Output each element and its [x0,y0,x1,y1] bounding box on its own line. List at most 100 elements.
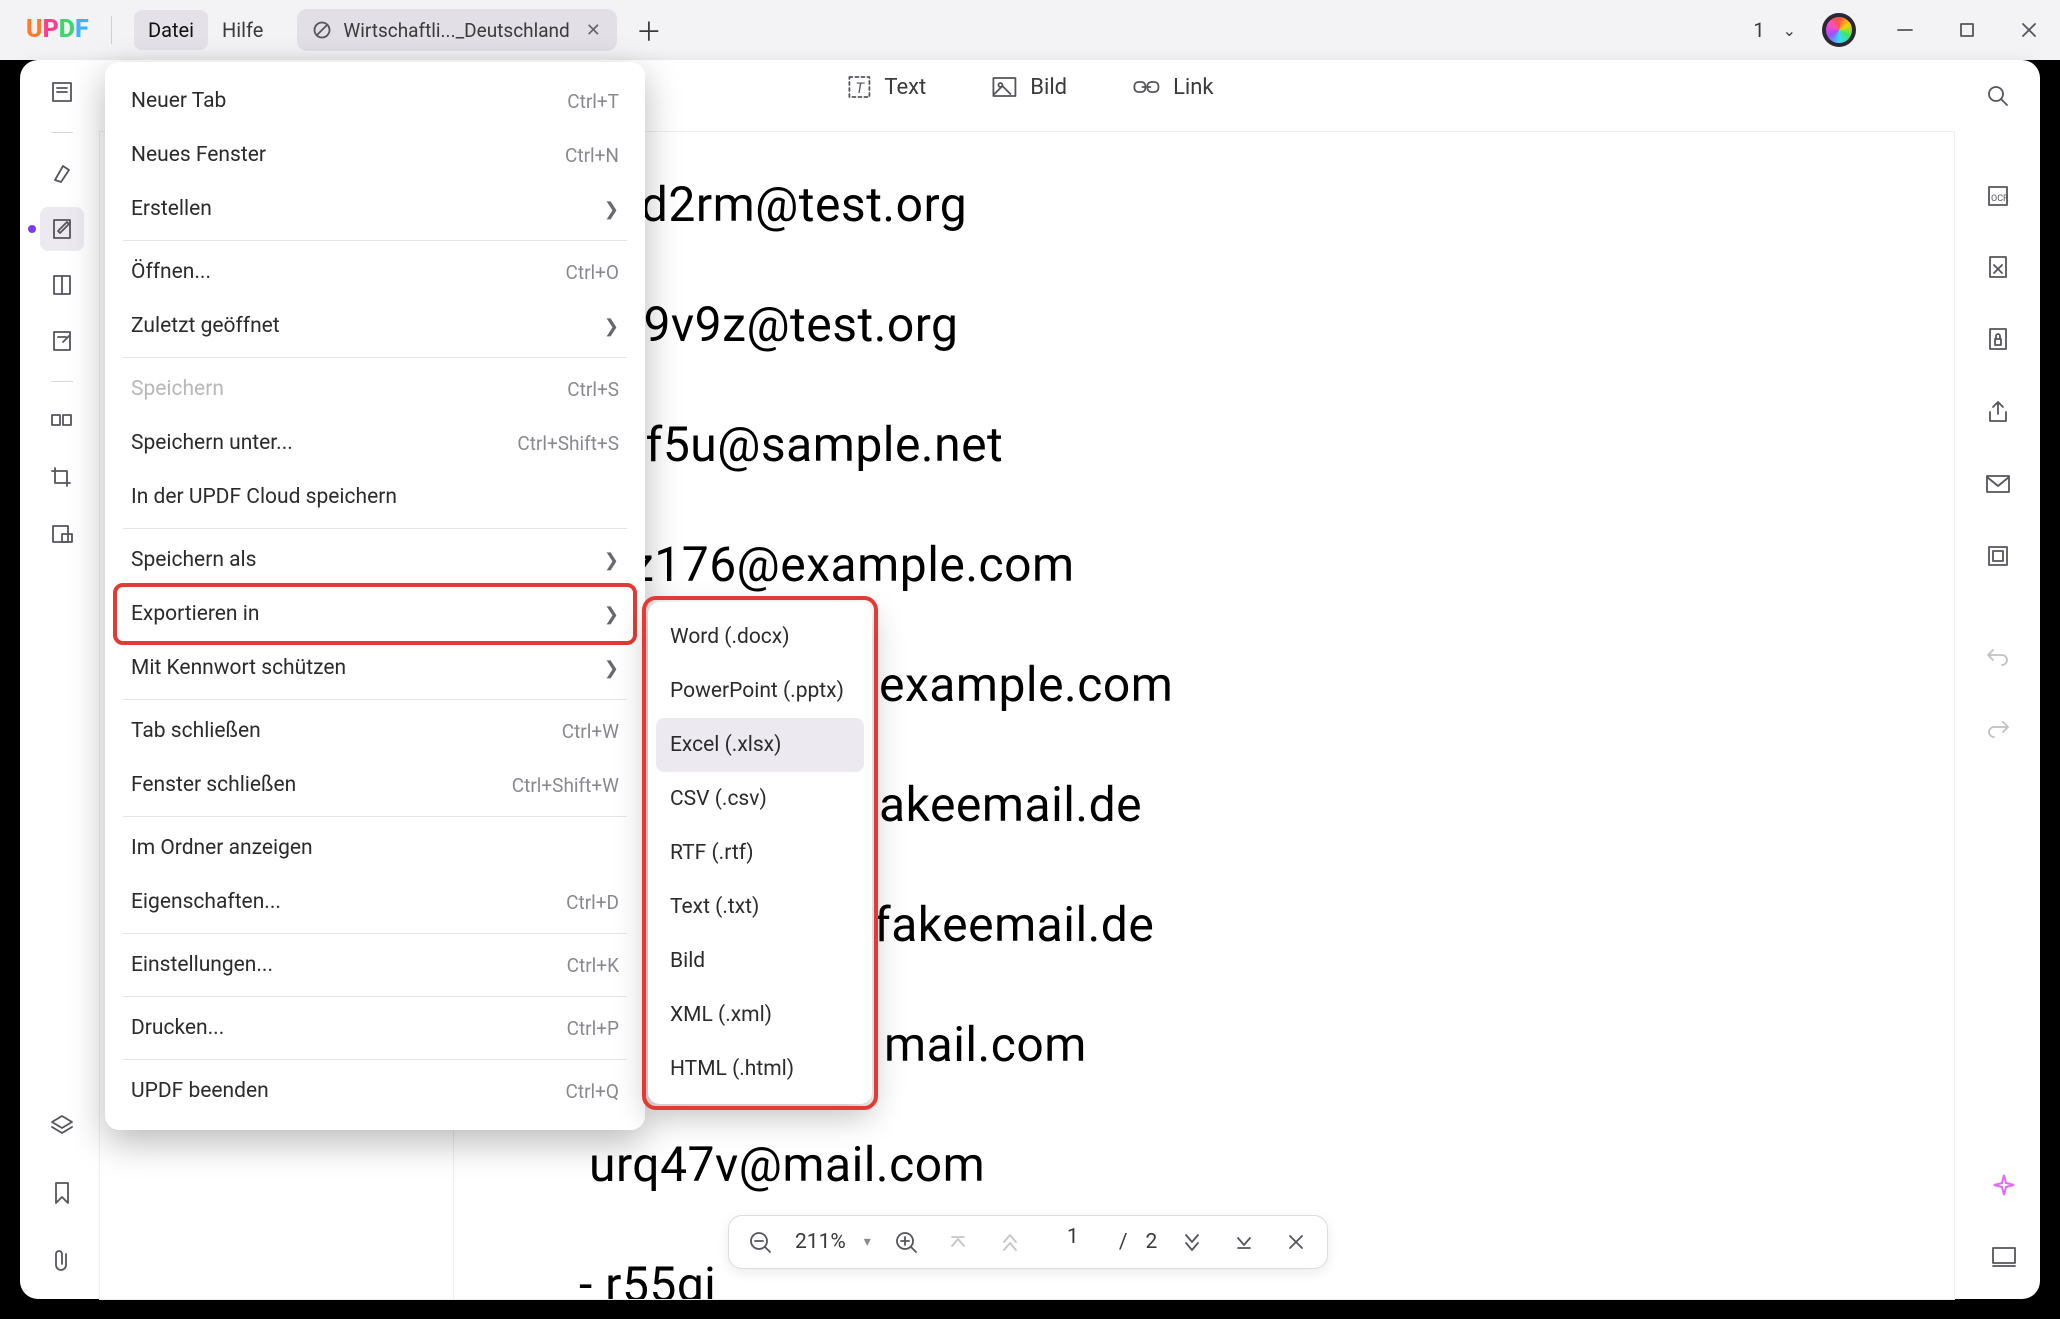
minimize-button[interactable] [1882,7,1928,53]
text-line: fakeemail.de [874,896,1154,953]
menu-save-as-type[interactable]: Speichern als❯ [117,533,633,587]
separator [123,240,627,241]
compress-icon[interactable] [1976,246,2020,290]
insert-image-button[interactable]: Bild [990,74,1067,100]
separator [123,816,627,817]
attachment-icon[interactable] [40,1239,84,1283]
bookmark-icon[interactable] [40,1171,84,1215]
menu-close-window[interactable]: Fenster schließenCtrl+Shift+W [117,758,633,812]
form-icon[interactable] [40,319,84,363]
chevron-down-icon[interactable]: ▾ [864,1234,871,1250]
maximize-button[interactable] [1944,7,1990,53]
menu-create[interactable]: Erstellen❯ [117,182,633,236]
insert-link-button[interactable]: Link [1131,74,1214,100]
help-menu[interactable]: Hilfe [208,10,277,50]
export-text[interactable]: Text (.txt) [656,880,864,934]
zoom-nav-bar: 211% ▾ 1 / 2 [728,1215,1328,1269]
separator [123,1059,627,1060]
menu-quit[interactable]: UPDF beendenCtrl+Q [117,1064,633,1118]
search-icon[interactable] [1976,74,2020,118]
text-line: )ytf5u@sample.net [589,416,1003,473]
svg-text:UPDF: UPDF [26,15,89,44]
protect-icon[interactable] [1976,318,2020,362]
highlight-icon[interactable] [40,151,84,195]
new-tab-button[interactable]: ＋ [633,14,665,46]
menu-recent[interactable]: Zuletzt geöffnet❯ [117,299,633,353]
menu-properties[interactable]: Eigenschaften...Ctrl+D [117,875,633,929]
zoom-value[interactable]: 211% [795,1230,846,1254]
export-csv[interactable]: CSV (.csv) [656,772,864,826]
last-page-button[interactable] [1227,1225,1261,1259]
export-word[interactable]: Word (.docx) [656,610,864,664]
slideshow-icon[interactable] [1982,1235,2026,1279]
right-toolbar-bottom [1982,1163,2026,1279]
no-edit-icon [313,21,331,39]
export-excel[interactable]: Excel (.xlsx) [656,718,864,772]
pages-icon[interactable] [40,263,84,307]
open-docs-count: 1 [1753,18,1764,42]
edit-icon[interactable] [40,207,84,251]
first-page-button[interactable] [941,1225,975,1259]
file-menu-popup: Neuer TabCtrl+T Neues FensterCtrl+N Erst… [105,62,645,1130]
text-line: urq47v@mail.com [589,1136,985,1193]
chevron-down-icon[interactable]: ⌄ [1783,21,1796,40]
undo-icon[interactable] [1976,634,2020,678]
organize-icon[interactable] [40,400,84,444]
label: Bild [1030,75,1067,100]
menu-open[interactable]: Öffnen...Ctrl+O [117,245,633,299]
separator [123,528,627,529]
menu-save-as[interactable]: Speichern unter...Ctrl+Shift+S [117,416,633,470]
title-bar: UPDF Datei Hilfe Wirtschaftli..._Deutsch… [0,0,2060,60]
reader-mode-icon[interactable] [40,70,84,114]
mail-icon[interactable] [1976,462,2020,506]
ai-avatar[interactable] [1822,13,1856,47]
menu-reveal[interactable]: Im Ordner anzeigen [117,821,633,875]
text-line: fvz176@example.com [589,536,1075,593]
separator [51,381,73,382]
separator [51,132,73,133]
insert-text-button[interactable]: TText [846,74,926,100]
export-image[interactable]: Bild [656,934,864,988]
document-tab[interactable]: Wirtschaftli..._Deutschland ✕ [297,9,617,51]
close-window-button[interactable] [2006,7,2052,53]
zoom-in-button[interactable] [889,1225,923,1259]
svg-text:T: T [855,79,865,97]
export-html[interactable]: HTML (.html) [656,1042,864,1096]
menu-close-tab[interactable]: Tab schließenCtrl+W [117,704,633,758]
redact-icon[interactable] [40,512,84,556]
export-powerpoint[interactable]: PowerPoint (.pptx) [656,664,864,718]
export-xml[interactable]: XML (.xml) [656,988,864,1042]
layers-icon[interactable] [40,1103,84,1147]
menu-preferences[interactable]: Einstellungen...Ctrl+K [117,938,633,992]
page-total: 2 [1146,1230,1158,1254]
label: Link [1173,75,1214,100]
export-submenu: Word (.docx) PowerPoint (.pptx) Excel (.… [648,602,872,1104]
menu-new-window[interactable]: Neues FensterCtrl+N [117,128,633,182]
export-rtf[interactable]: RTF (.rtf) [656,826,864,880]
page-current[interactable]: 1 [1045,1225,1101,1259]
separator [123,933,627,934]
text-line: mail.com [884,1016,1087,1073]
text-line: example.com [879,656,1173,713]
menu-new-tab[interactable]: Neuer TabCtrl+T [117,74,633,128]
prev-page-button[interactable] [993,1225,1027,1259]
separator [123,357,627,358]
crop-icon[interactable] [40,456,84,500]
next-page-button[interactable] [1175,1225,1209,1259]
share-icon[interactable] [1976,390,2020,434]
zoom-out-button[interactable] [743,1225,777,1259]
menu-password[interactable]: Mit Kennwort schützen❯ [117,641,633,695]
right-toolbar: OCR [1970,74,2026,750]
close-zoombar-button[interactable] [1279,1225,1313,1259]
redo-icon[interactable] [1976,706,2020,750]
menu-print[interactable]: Drucken...Ctrl+P [117,1001,633,1055]
ocr-icon[interactable]: OCR [1976,174,2020,218]
close-tab-icon[interactable]: ✕ [582,18,605,43]
ai-sparkle-icon[interactable] [1982,1163,2026,1207]
file-menu[interactable]: Datei [134,10,208,50]
menu-save-cloud[interactable]: In der UPDF Cloud speichern [117,470,633,524]
separator [111,16,112,44]
menu-save: SpeichernCtrl+S [117,362,633,416]
flatten-icon[interactable] [1976,534,2020,578]
menu-export[interactable]: Exportieren in❯ [117,587,633,641]
